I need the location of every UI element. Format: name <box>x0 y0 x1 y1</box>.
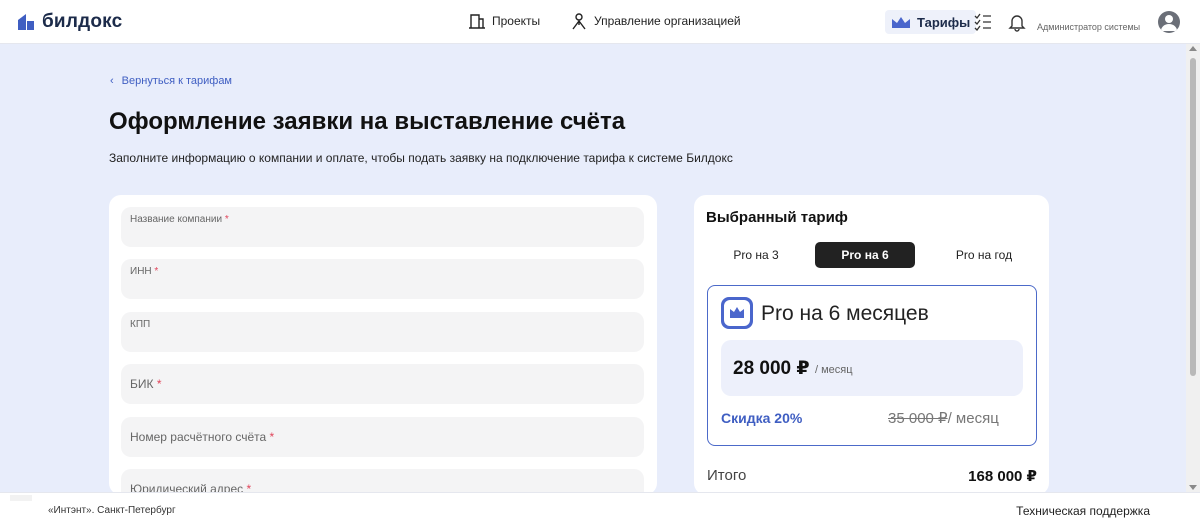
tariffs-button[interactable]: Тарифы <box>885 10 977 34</box>
old-price: 35 000 ₽/ месяц <box>888 409 999 427</box>
page-title: Оформление заявки на выставление счёта <box>109 108 626 135</box>
total-value: 168 000 ₽ <box>968 468 1037 485</box>
logo[interactable]: билдокс <box>16 11 122 33</box>
price-value: 28 000 ₽ <box>733 358 810 379</box>
footer-org-text: «Интэнт». Санкт-Петербург <box>48 505 176 516</box>
tab-pro-year[interactable]: Pro на год <box>934 242 1034 268</box>
nav-org-label: Управление организацией <box>594 14 741 28</box>
tab-pro-6[interactable]: Pro на 6 <box>815 242 915 268</box>
user-icon <box>1161 15 1177 31</box>
account-number-label: Номер расчётного счёта * <box>130 430 275 444</box>
back-link-label: Вернуться к тарифам <box>121 75 232 87</box>
footer-logo <box>10 495 32 501</box>
old-price-unit: / месяц <box>947 410 999 427</box>
chevron-left-icon: ‹ <box>110 75 114 87</box>
checklist-icon[interactable] <box>973 12 993 32</box>
building-icon <box>469 14 485 29</box>
scroll-up-icon[interactable] <box>1189 46 1197 51</box>
tariffs-label: Тарифы <box>917 14 971 30</box>
user-name[interactable]: Администратор системы <box>1037 22 1140 32</box>
bell-icon[interactable] <box>1007 12 1027 32</box>
nav-org-management[interactable]: Управление организацией <box>570 12 741 30</box>
logo-text: билдокс <box>42 11 123 32</box>
inn-field[interactable]: ИНН * <box>121 259 644 299</box>
plan-details: Pro на 6 месяцев 28 000 ₽ / месяц Скидка… <box>707 285 1037 446</box>
selected-tariff-card: Выбранный тариф Pro на 3 Pro на 6 Pro на… <box>694 195 1049 495</box>
company-form: Название компании * ИНН * КПП БИК * Номе… <box>109 195 657 495</box>
crown-icon <box>892 17 910 28</box>
logo-icon <box>18 14 34 30</box>
top-bar: билдокс Проекты Управление организацией … <box>0 0 1200 44</box>
support-link[interactable]: Техническая поддержка <box>1016 504 1150 518</box>
scroll-down-icon[interactable] <box>1189 485 1197 490</box>
scroll-thumb[interactable] <box>1190 58 1196 376</box>
footer: «Интэнт». Санкт-Петербург Техническая по… <box>0 492 1200 526</box>
inn-label: ИНН * <box>130 266 159 277</box>
total-label: Итого <box>707 467 747 484</box>
price-box: 28 000 ₽ / месяц <box>721 340 1023 396</box>
tariff-card-title: Выбранный тариф <box>706 209 848 226</box>
account-number-field[interactable]: Номер расчётного счёта * <box>121 417 644 457</box>
avatar[interactable] <box>1158 11 1180 33</box>
tab-pro-3[interactable]: Pro на 3 <box>716 242 796 268</box>
company-name-field[interactable]: Название компании * <box>121 207 644 247</box>
page-scrollbar[interactable] <box>1186 44 1200 492</box>
price-unit: / месяц <box>815 364 853 376</box>
page-subtitle: Заполните информацию о компании и оплате… <box>109 151 733 165</box>
back-to-tariffs-link[interactable]: ‹ Вернуться к тарифам <box>110 75 232 87</box>
discount-label: Скидка 20% <box>721 410 803 426</box>
bik-label: БИК * <box>130 377 162 391</box>
nav-projects-label: Проекты <box>492 14 541 28</box>
nav-projects[interactable]: Проекты <box>468 12 540 30</box>
org-icon <box>572 13 586 30</box>
old-price-value: 35 000 ₽ <box>888 410 948 427</box>
company-name-label: Название компании * <box>130 214 229 225</box>
bik-field[interactable]: БИК * <box>121 364 644 404</box>
kpp-field[interactable]: КПП <box>121 312 644 352</box>
plan-name: Pro на 6 месяцев <box>761 302 929 325</box>
kpp-label: КПП <box>130 319 151 330</box>
plan-crown-icon <box>721 297 753 329</box>
